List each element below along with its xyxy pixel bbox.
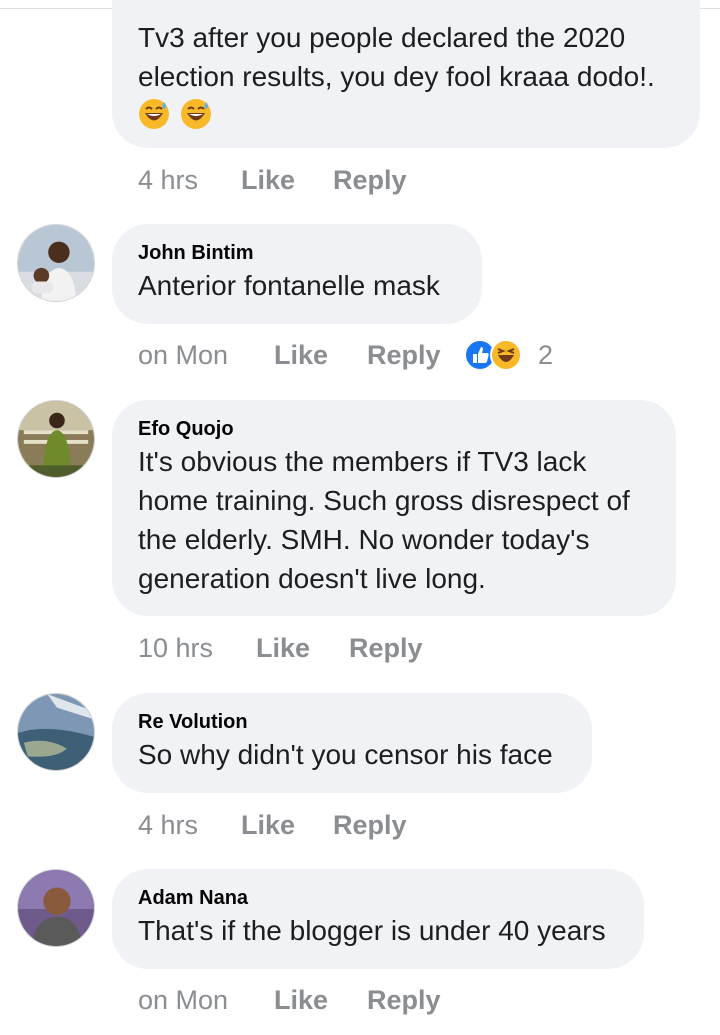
reply-button[interactable]: Reply (349, 628, 423, 668)
comment-text: It's obvious the members if TV3 lack hom… (138, 446, 630, 594)
comment-bubble: Efo Quojo It's obvious the members if TV… (112, 400, 676, 616)
haha-reaction-icon (490, 339, 522, 371)
grinning-sweat-emoji (180, 98, 212, 130)
comment-text: That's if the blogger is under 40 years (138, 915, 606, 946)
comment-bubble: Re Volution So why didn't you censor his… (112, 693, 592, 793)
avatar[interactable] (17, 693, 95, 771)
avatar[interactable] (17, 400, 95, 478)
comment-time[interactable]: on Mon (138, 980, 228, 1020)
comment-bubble: Adam Nana That's if the blogger is under… (112, 869, 644, 969)
reply-button[interactable]: Reply (367, 980, 441, 1020)
comment-author[interactable]: Efo Quojo (138, 416, 650, 442)
like-button[interactable]: Like (274, 980, 328, 1020)
avatar[interactable] (17, 869, 95, 947)
comment-author[interactable]: Re Volution (138, 709, 566, 735)
comment-text: So why didn't you censor his face (138, 739, 553, 770)
comment-bubble: Tv3 after you people declared the 2020 e… (112, 0, 700, 148)
reaction-count: 2 (538, 340, 554, 370)
comment-time[interactable]: 4 hrs (138, 805, 198, 845)
comment-text: Tv3 after you people declared the 2020 e… (138, 22, 655, 92)
grinning-sweat-emoji (138, 98, 170, 130)
comment-text: Anterior fontanelle mask (138, 270, 440, 301)
comment-bubble: John Bintim Anterior fontanelle mask (112, 224, 482, 324)
comment-author[interactable]: Adam Nana (138, 885, 618, 911)
comment-time[interactable]: 4 hrs (138, 160, 198, 200)
comment-time[interactable]: 10 hrs (138, 628, 213, 668)
reply-button[interactable]: Reply (333, 805, 407, 845)
like-button[interactable]: Like (256, 628, 310, 668)
reaction-summary[interactable]: 2 (464, 335, 564, 375)
like-button[interactable]: Like (241, 805, 295, 845)
avatar[interactable] (17, 224, 95, 302)
comment-author[interactable]: John Bintim (138, 240, 456, 266)
comment-time[interactable]: on Mon (138, 335, 228, 375)
reply-button[interactable]: Reply (367, 335, 441, 375)
like-button[interactable]: Like (274, 335, 328, 375)
reply-button[interactable]: Reply (333, 160, 407, 200)
like-button[interactable]: Like (241, 160, 295, 200)
emoji-row (138, 98, 674, 138)
